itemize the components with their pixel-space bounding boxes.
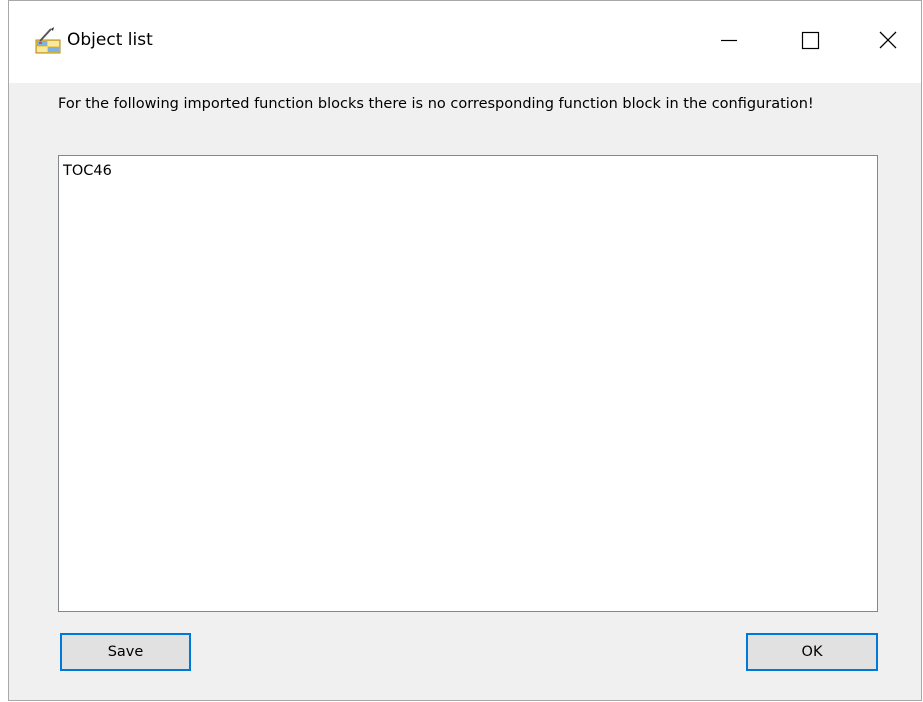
object-listbox[interactable]: TOC46 [58,155,878,612]
title-bar[interactable]: Object list [9,1,921,83]
ok-button[interactable]: OK [746,633,878,671]
object-list-icon [34,26,64,56]
object-list-window: Object list For the following imported f… [8,0,922,701]
minimize-button[interactable] [685,1,769,83]
window-title: Object list [67,30,153,50]
save-button[interactable]: Save [60,633,191,671]
dialog-message: For the following imported function bloc… [58,96,814,112]
close-button[interactable] [853,1,921,83]
list-item[interactable]: TOC46 [63,162,112,181]
maximize-button[interactable] [769,1,853,83]
